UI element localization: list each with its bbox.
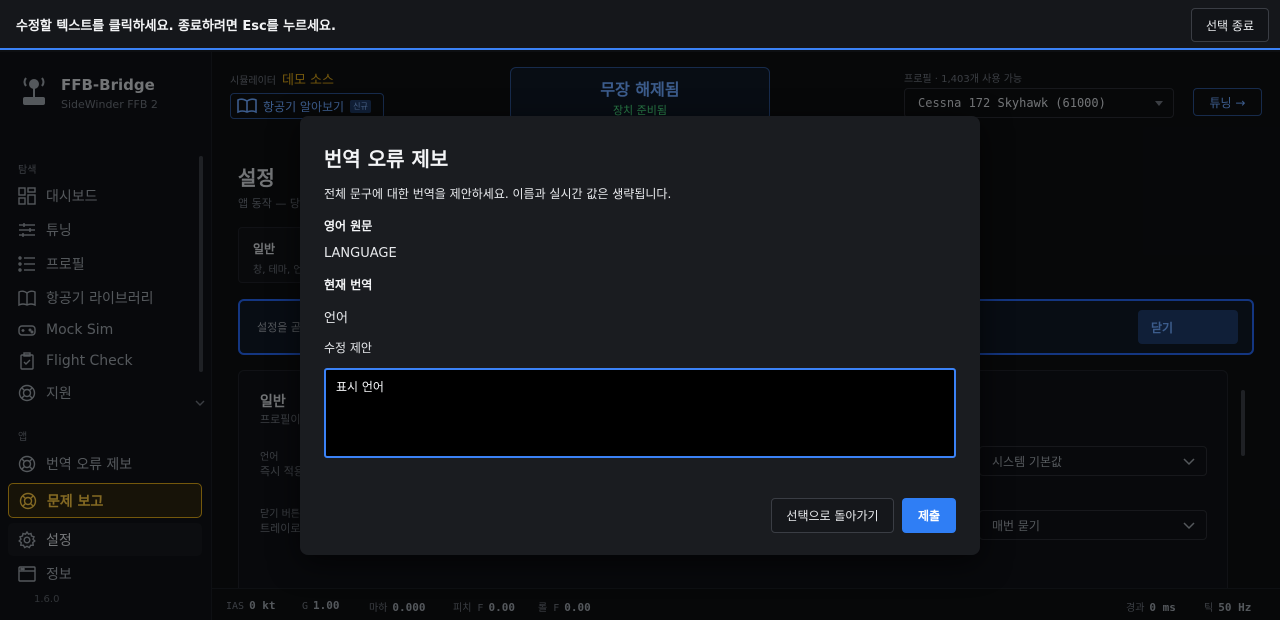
banner-message: 수정할 텍스트를 클릭하세요. 종료하려면 Esc를 누르세요.	[16, 18, 336, 34]
exit-selection-button[interactable]: 선택 종료	[1191, 8, 1269, 42]
suggestion-label: 수정 제안	[324, 341, 372, 355]
current-translation-label: 현재 번역	[324, 278, 373, 292]
suggestion-input[interactable]: 표시 언어	[324, 368, 956, 458]
translation-report-dialog: 번역 오류 제보 전체 문구에 대한 번역을 제안하세요. 이름과 실시간 값은…	[300, 116, 980, 555]
source-text-value: LANGUAGE	[324, 246, 397, 261]
dialog-title: 번역 오류 제보	[324, 147, 449, 171]
current-translation-value: 언어	[324, 311, 348, 326]
submit-button[interactable]: 제출	[902, 498, 956, 533]
selection-mode-banner: 수정할 텍스트를 클릭하세요. 종료하려면 Esc를 누르세요. 선택 종료	[0, 0, 1280, 50]
back-to-selection-button[interactable]: 선택으로 돌아가기	[771, 498, 894, 533]
source-text-label: 영어 원문	[324, 219, 373, 233]
dialog-description: 전체 문구에 대한 번역을 제안하세요. 이름과 실시간 값은 생략됩니다.	[324, 187, 672, 201]
